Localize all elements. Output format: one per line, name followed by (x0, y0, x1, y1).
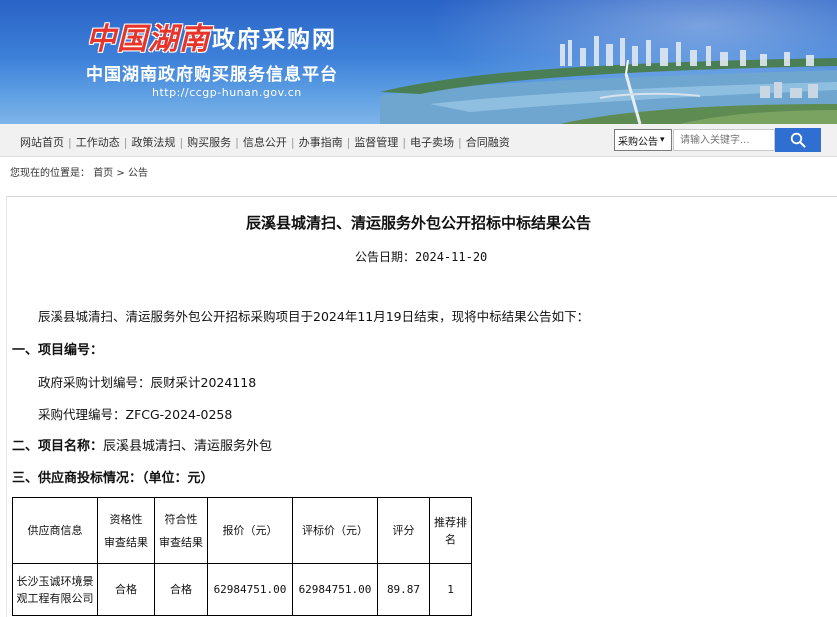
table-row: 长沙玉诚环境景观工程有限公司 合格 合格 62984751.00 6298475… (12, 563, 472, 616)
header-qualification-bottom: 审查结果 (104, 535, 148, 549)
bid-results-table: 供应商信息 资格性 审查结果 符合性 审查结果 报价（元） 评标价（元） 评分 … (12, 497, 472, 616)
header-qualification: 资格性 审查结果 (97, 497, 155, 564)
procurement-plan-number: 政府采购计划编号：辰财采计2024118 (38, 375, 257, 390)
header-supplier: 供应商信息 (12, 497, 98, 564)
search-button[interactable] (775, 128, 821, 152)
search-category-select[interactable]: 采购公告 ▾ (614, 129, 672, 151)
section-heading-bids: 三、供应商投标情况：（单位：元） (12, 471, 214, 486)
nav-divider: | (402, 135, 407, 149)
nav-item-disclosure[interactable]: 信息公开 (243, 134, 287, 150)
header-eval-price: 评标价（元） (292, 497, 378, 564)
nav-divider: | (179, 135, 184, 149)
nav-item-purchase-service[interactable]: 购买服务 (187, 134, 231, 150)
site-url: http://ccgp-hunan.gov.cn (152, 86, 302, 99)
nav-divider: | (458, 135, 462, 149)
cell-supplier: 长沙玉诚环境景观工程有限公司 (12, 563, 98, 616)
nav-item-policy[interactable]: 政策法规 (131, 134, 175, 150)
cell-price: 62984751.00 (207, 563, 293, 616)
date-label: 公告日期： (355, 250, 416, 264)
header-compliance-bottom: 审查结果 (159, 535, 203, 549)
header-rank: 推荐排名 (429, 497, 472, 564)
breadcrumb-prefix: 您现在的位置是： (10, 168, 90, 179)
logo-title: 政府采购网 (212, 27, 337, 53)
nav-item-e-mall[interactable]: 电子卖场 (410, 134, 454, 150)
nav-item-supervision[interactable]: 监督管理 (354, 134, 398, 150)
breadcrumb-home[interactable]: 首页 (93, 168, 113, 179)
nav-item-contract-finance[interactable]: 合同融资 (466, 134, 510, 150)
date-value: 2024-11-20 (415, 250, 488, 264)
agency-number: 采购代理编号：ZFCG-2024-0258 (38, 407, 233, 422)
header-compliance: 符合性 审查结果 (154, 497, 208, 564)
header-compliance-top: 符合性 (164, 512, 198, 526)
announcement-date: 公告日期：2024-11-20 (355, 248, 487, 265)
cell-eval-price: 62984751.00 (292, 563, 378, 616)
table-header-row: 供应商信息 资格性 审查结果 符合性 审查结果 报价（元） 评标价（元） 评分 … (12, 497, 472, 564)
search-category-value: 采购公告 (618, 136, 658, 148)
nav-divider: | (123, 135, 128, 149)
project-name-label: 二、项目名称： (12, 439, 104, 454)
nav-item-guide[interactable]: 办事指南 (299, 134, 343, 150)
site-subtitle: 中国湖南政府购买服务信息平台 (86, 65, 338, 85)
header-score: 评分 (377, 497, 430, 564)
section-heading-project-number: 一、项目编号： (12, 343, 104, 358)
breadcrumb-current[interactable]: 公告 (128, 168, 148, 179)
nav-divider: | (290, 135, 295, 149)
nav-divider: | (235, 135, 239, 149)
breadcrumb: 您现在的位置是： 首页 > 公告 (10, 164, 148, 179)
breadcrumb-separator: > (116, 168, 125, 179)
header-price: 报价（元） (207, 497, 293, 564)
nav-item-work-news[interactable]: 工作动态 (76, 134, 120, 150)
logo-script: 中国湖南 (86, 22, 210, 57)
search-input[interactable] (673, 129, 775, 151)
search-icon (790, 132, 806, 148)
cell-rank: 1 (429, 563, 472, 616)
project-name-value: 辰溪县城清扫、清运服务外包 (103, 439, 273, 454)
cell-score: 89.87 (377, 563, 430, 616)
chevron-down-icon: ▾ (660, 135, 665, 145)
section-heading-project-name: 二、项目名称：辰溪县城清扫、清运服务外包 (12, 435, 272, 454)
nav-item-home[interactable]: 网站首页 (20, 134, 64, 150)
intro-paragraph: 辰溪县城清扫、清运服务外包公开招标采购项目于2024年11月19日结束，现将中标… (38, 309, 590, 324)
site-banner: 中国湖南 政府采购网 中国湖南政府购买服务信息平台 http://ccgp-hu… (0, 0, 837, 124)
page-title: 辰溪县城清扫、清运服务外包公开招标中标结果公告 (245, 214, 591, 232)
nav-divider: | (346, 135, 351, 149)
header-qualification-top: 资格性 (109, 512, 143, 526)
main-nav: 网站首页 | 工作动态 | 政策法规 | 购买服务 | 信息公开 | 办事指南 … (20, 134, 510, 150)
cell-qualification: 合格 (97, 563, 155, 616)
nav-divider: | (68, 135, 72, 149)
cell-compliance: 合格 (154, 563, 208, 616)
